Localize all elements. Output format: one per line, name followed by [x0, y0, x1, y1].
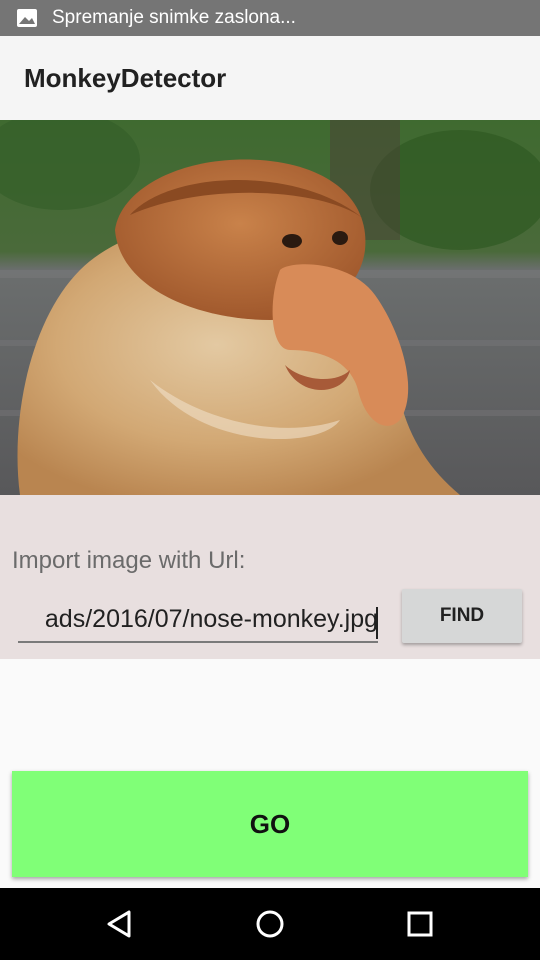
image-icon	[17, 9, 37, 27]
go-button[interactable]: GO	[12, 771, 528, 877]
url-input-value: ads/2016/07/nose-monkey.jpg	[44, 605, 378, 633]
app-bar: MonkeyDetector	[0, 36, 540, 120]
text-cursor	[376, 607, 378, 639]
status-bar: Spremanje snimke zaslona...	[0, 0, 540, 36]
notification-text: Spremanje snimke zaslona...	[52, 7, 296, 28]
nav-bar	[0, 888, 540, 960]
app-title: MonkeyDetector	[24, 62, 227, 93]
find-button[interactable]: FIND	[402, 589, 522, 643]
url-input[interactable]: ads/2016/07/nose-monkey.jpg	[18, 603, 378, 643]
recents-icon[interactable]	[396, 900, 444, 948]
url-panel: Import image with Url: ads/2016/07/nose-…	[0, 495, 540, 659]
back-icon[interactable]	[96, 900, 144, 948]
url-label: Import image with Url:	[12, 547, 246, 574]
monkey-image	[0, 120, 540, 495]
home-icon[interactable]	[246, 900, 294, 948]
